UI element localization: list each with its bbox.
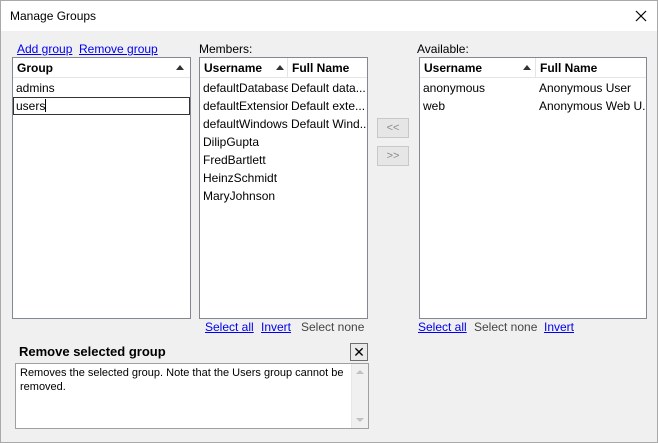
member-username: defaultDatabase bbox=[203, 81, 288, 95]
member-row[interactable]: HeinzSchmidt bbox=[200, 169, 367, 187]
help-panel-title: Remove selected group bbox=[19, 344, 166, 359]
group-name: admins bbox=[16, 81, 55, 95]
member-fullname bbox=[288, 169, 367, 187]
available-username: web bbox=[423, 99, 446, 113]
member-fullname bbox=[288, 187, 367, 205]
members-username-header[interactable]: Username bbox=[200, 58, 287, 78]
available-fullname: Anonymous Web U... bbox=[539, 99, 646, 113]
add-to-members-button[interactable]: << bbox=[377, 118, 409, 138]
members-select-all-link[interactable]: Select all bbox=[205, 320, 254, 334]
available-username: anonymous bbox=[423, 81, 486, 95]
member-row[interactable]: defaultExtension Default exte... bbox=[200, 97, 367, 115]
member-row[interactable]: defaultWindows Default Wind... bbox=[200, 115, 367, 133]
text-caret bbox=[45, 99, 47, 112]
group-name-edit-value: users bbox=[16, 99, 46, 113]
manage-groups-dialog: Manage Groups Add group Remove group Gro… bbox=[0, 0, 658, 443]
members-select-none-link[interactable]: Select none bbox=[301, 320, 364, 334]
member-row[interactable]: DilipGupta bbox=[200, 133, 367, 151]
members-fullname-header[interactable]: Full Name bbox=[288, 58, 349, 78]
available-select-all-link[interactable]: Select all bbox=[418, 320, 467, 334]
members-invert-link[interactable]: Invert bbox=[261, 320, 291, 334]
help-description: Removes the selected group. Note that th… bbox=[20, 367, 344, 393]
sort-ascending-icon bbox=[176, 65, 184, 70]
add-group-link[interactable]: Add group bbox=[17, 42, 72, 56]
available-select-none-link[interactable]: Select none bbox=[474, 320, 537, 334]
member-username: defaultExtension bbox=[203, 99, 288, 113]
close-window-button[interactable] bbox=[625, 1, 657, 31]
members-label: Members: bbox=[199, 42, 253, 56]
available-list-header: Username Full Name bbox=[420, 58, 646, 78]
group-row[interactable]: admins bbox=[13, 79, 190, 97]
sort-ascending-icon bbox=[523, 65, 531, 70]
remove-group-link[interactable]: Remove group bbox=[79, 42, 158, 56]
groups-list-header: Group bbox=[13, 58, 190, 78]
member-username: DilipGupta bbox=[203, 135, 260, 149]
member-username: MaryJohnson bbox=[203, 189, 276, 203]
member-row[interactable]: FredBartlett bbox=[200, 151, 367, 169]
help-description-box[interactable]: Removes the selected group. Note that th… bbox=[15, 363, 369, 429]
help-panel-close-button[interactable]: ✕ bbox=[350, 343, 368, 361]
window-title: Manage Groups bbox=[10, 9, 97, 23]
member-fullname bbox=[288, 151, 367, 169]
sort-ascending-icon bbox=[276, 65, 284, 70]
group-name-edit-field[interactable]: users bbox=[13, 97, 190, 115]
member-username: FredBartlett bbox=[203, 153, 266, 167]
help-scrollbar[interactable] bbox=[351, 364, 368, 428]
member-fullname: Default Wind... bbox=[291, 117, 368, 131]
member-row[interactable]: defaultDatabase Default data... bbox=[200, 79, 367, 97]
available-row[interactable]: web Anonymous Web U... bbox=[420, 97, 646, 115]
groups-list[interactable]: Group admins users bbox=[12, 57, 191, 319]
close-icon bbox=[635, 10, 647, 22]
member-row[interactable]: MaryJohnson bbox=[200, 187, 367, 205]
member-fullname bbox=[288, 133, 367, 151]
group-column-header[interactable]: Group bbox=[13, 58, 53, 78]
scroll-up-icon[interactable] bbox=[356, 370, 364, 374]
title-bar: Manage Groups bbox=[1, 1, 657, 31]
scroll-down-icon[interactable] bbox=[356, 418, 364, 422]
available-fullname-header[interactable]: Full Name bbox=[536, 58, 597, 78]
member-fullname: Default data... bbox=[291, 81, 366, 95]
close-icon: ✕ bbox=[353, 344, 365, 360]
available-label: Available: bbox=[417, 42, 469, 56]
available-fullname: Anonymous User bbox=[539, 81, 632, 95]
available-list[interactable]: Username Full Name anonymous Anonymous U… bbox=[419, 57, 647, 319]
member-fullname: Default exte... bbox=[291, 99, 366, 113]
available-invert-link[interactable]: Invert bbox=[544, 320, 574, 334]
member-username: HeinzSchmidt bbox=[203, 171, 278, 185]
available-username-header[interactable]: Username bbox=[420, 58, 535, 78]
remove-from-members-button[interactable]: >> bbox=[377, 146, 409, 166]
member-username: defaultWindows bbox=[203, 117, 288, 131]
members-list[interactable]: Username Full Name defaultDatabase Defau… bbox=[199, 57, 368, 319]
available-row[interactable]: anonymous Anonymous User bbox=[420, 79, 646, 97]
members-list-header: Username Full Name bbox=[200, 58, 367, 78]
